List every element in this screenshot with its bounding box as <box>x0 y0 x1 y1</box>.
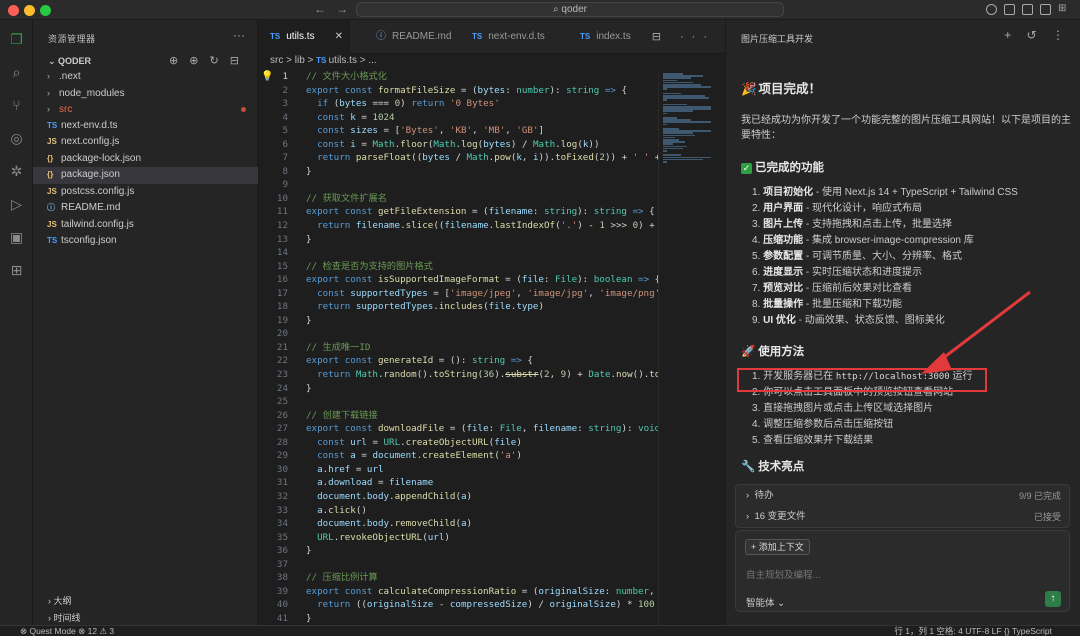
annotation-arrow <box>921 290 1031 374</box>
status-left[interactable]: ⊗ Quest Mode ⊗ 12 ⚠ 3 <box>20 626 114 636</box>
status-bar: ⊗ Quest Mode ⊗ 12 ⚠ 3 行 1，列 1 空格: 4 UTF-… <box>0 625 1080 636</box>
arrow-shaft <box>937 290 1031 364</box>
status-right[interactable]: 行 1，列 1 空格: 4 UTF-8 LF {} TypeScript <box>894 626 1052 636</box>
